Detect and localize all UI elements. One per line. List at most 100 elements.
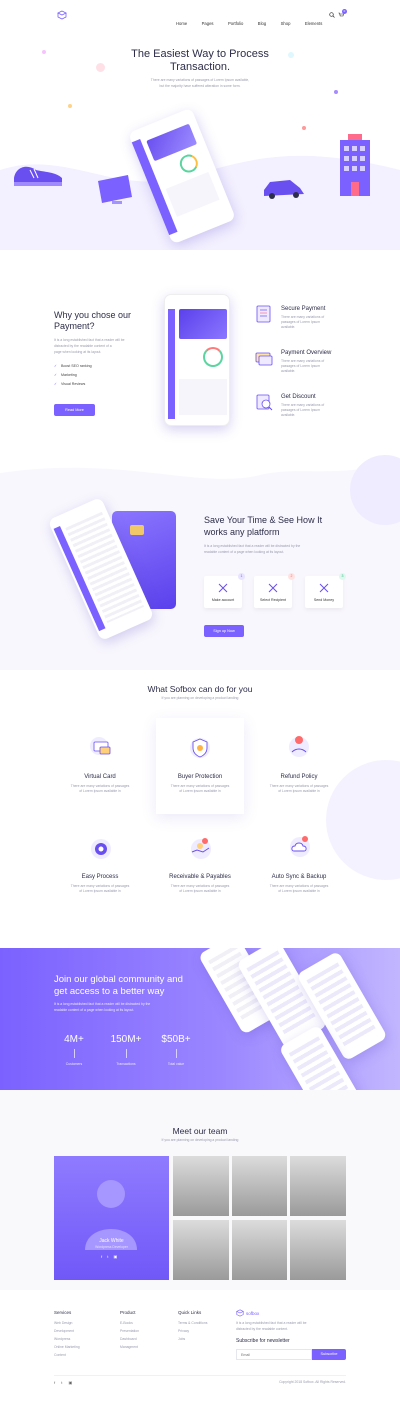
payment-overview-icon: [255, 352, 273, 366]
twitter-icon[interactable]: t: [61, 1380, 62, 1385]
nav-portfolio[interactable]: Portfolio: [228, 21, 243, 26]
footer-col-title: Quick Links: [178, 1310, 202, 1315]
step-number: 2: [288, 573, 295, 580]
hero-section: The Easiest Way to Process Transaction. …: [0, 30, 400, 250]
why-checklist-item: ✓ Visual Reviews: [54, 382, 86, 386]
footer-link[interactable]: Jobs: [178, 1337, 185, 1342]
feature-title: Secure Payment: [281, 306, 326, 312]
step-number: 3: [339, 573, 346, 580]
cloud-sync-icon: [290, 836, 310, 857]
service-title: Refund Policy: [280, 774, 318, 780]
team-section: Meet our team If you are planning on dev…: [0, 1090, 400, 1290]
twitter-icon[interactable]: t: [107, 1254, 108, 1259]
team-member-photo[interactable]: [290, 1220, 346, 1280]
why-title-line2: Payment?: [54, 321, 95, 331]
virtual-card-icon: [90, 737, 111, 755]
footer-link[interactable]: Managment: [120, 1345, 138, 1350]
why-section: Why you chose our Payment? It is a long …: [0, 250, 400, 470]
service-text: of Lorem Ipsum available in: [79, 789, 121, 793]
services-section: What Sofbox can do for you If you are pl…: [0, 670, 400, 920]
instagram-icon[interactable]: ▣: [69, 1380, 73, 1385]
services-title: What Sofbox can do for you: [147, 684, 253, 694]
nav-elements[interactable]: Elements: [305, 21, 322, 26]
footer-link[interactable]: Terms & Conditions: [178, 1321, 207, 1326]
community-title-line2: get access to a better way: [54, 986, 165, 997]
team-member-photo[interactable]: [232, 1220, 287, 1280]
step-label: Send Money: [313, 598, 335, 602]
tools-icon: [319, 583, 329, 593]
step-label: Select Recipient: [260, 598, 286, 602]
service-title: Auto Sync & Backup: [271, 874, 327, 880]
newsletter-email-input[interactable]: [236, 1349, 312, 1360]
instagram-icon[interactable]: ▣: [114, 1254, 118, 1259]
stat-value: 150M+: [110, 1034, 142, 1045]
team-member-photo[interactable]: [232, 1156, 287, 1216]
community-text-line2: readable content of a page when looking …: [54, 1008, 135, 1012]
read-more-button[interactable]: Read More: [54, 404, 95, 416]
social-links: f t ▣: [101, 1254, 117, 1259]
footer-link[interactable]: Wordpress: [54, 1337, 70, 1342]
step-card[interactable]: 3 Send Money: [305, 573, 346, 608]
footer-link[interactable]: Content: [54, 1353, 66, 1358]
team-member-photo[interactable]: [290, 1156, 346, 1216]
cart-badge: 0: [342, 9, 347, 14]
footer-col-title: Services: [54, 1310, 72, 1315]
footer-link[interactable]: Online Marketing: [54, 1345, 80, 1350]
community-title-line1: Join our global community and: [54, 974, 183, 985]
save-text-line2: readable content of a page when looking …: [204, 550, 285, 554]
feature-text: available.: [281, 369, 296, 373]
nav-shop[interactable]: Shop: [281, 21, 291, 26]
search-icon[interactable]: [329, 12, 335, 18]
check-icon: ✓: [54, 364, 58, 368]
service-card-highlight: [156, 718, 244, 814]
check-icon: ✓: [54, 382, 58, 386]
featured-member-card[interactable]: Jack White Wordpress Developer f t ▣: [54, 1156, 169, 1280]
stat-divider: [74, 1049, 75, 1058]
hero-title-line2: Transaction.: [169, 61, 231, 73]
tools-icon: [218, 583, 228, 593]
services-subtitle: If you are planning on developing a prod…: [161, 696, 239, 700]
footer-link[interactable]: Presentation: [120, 1329, 139, 1334]
stat-divider: [126, 1049, 127, 1058]
save-text-line1: It is a long established fact that a rea…: [204, 544, 301, 548]
stat-label: Customers: [65, 1062, 83, 1066]
footer-link[interactable]: Web Design: [54, 1321, 72, 1326]
community-banner: Join our global community and get access…: [0, 948, 400, 1090]
step-card[interactable]: 2 Select Recipient: [254, 573, 295, 608]
footer-link[interactable]: Privacy: [178, 1329, 189, 1334]
team-member-photo[interactable]: [173, 1156, 229, 1216]
monitor-illustration: [98, 175, 132, 204]
easy-process-icon: [91, 839, 111, 859]
stat-label: Transactions: [116, 1062, 136, 1066]
stat-value: 4M+: [64, 1034, 84, 1045]
nav-blog[interactable]: Blog: [258, 21, 266, 26]
feature-title: Payment Overview: [281, 350, 332, 356]
nav-pages[interactable]: Pages: [202, 21, 214, 26]
nav-home[interactable]: Home: [176, 21, 187, 26]
footer-social: f t ▣: [54, 1380, 72, 1385]
save-title-line1: Save Your Time & See How It: [204, 515, 323, 525]
community-text-line1: It is a long established fact that a rea…: [54, 1002, 151, 1006]
footer-about-line1: It is a long established fact that a rea…: [236, 1321, 307, 1325]
team-member-photo[interactable]: [173, 1220, 229, 1280]
footer-link[interactable]: Development: [54, 1329, 74, 1334]
sign-up-button[interactable]: Sign up Now: [204, 625, 244, 637]
tools-icon: [268, 583, 278, 593]
facebook-icon[interactable]: f: [101, 1254, 102, 1259]
facebook-icon[interactable]: f: [54, 1380, 55, 1385]
site-footer: Services Web Design Development Wordpres…: [0, 1290, 400, 1402]
footer-link[interactable]: Dashboard: [120, 1337, 137, 1342]
service-text: of Lorem Ipsum available in: [179, 889, 221, 893]
hero-subtitle-line2: but the majority have suffered alteratio…: [159, 84, 241, 88]
logo-icon[interactable]: [57, 10, 67, 20]
footer-col-title: Product: [120, 1310, 136, 1315]
decor-dot: [68, 104, 72, 108]
footer-link[interactable]: E-Books: [120, 1321, 133, 1326]
step-card[interactable]: 1 Make account: [204, 573, 245, 608]
service-title: Virtual Card: [84, 774, 116, 780]
building-illustration: [340, 134, 370, 196]
subscribe-button[interactable]: Subscribe: [312, 1349, 346, 1360]
why-text-line1: It is a long established fact that a rea…: [54, 338, 125, 342]
service-text: of Lorem Ipsum available in: [278, 889, 320, 893]
save-wave-shape: [0, 455, 400, 479]
